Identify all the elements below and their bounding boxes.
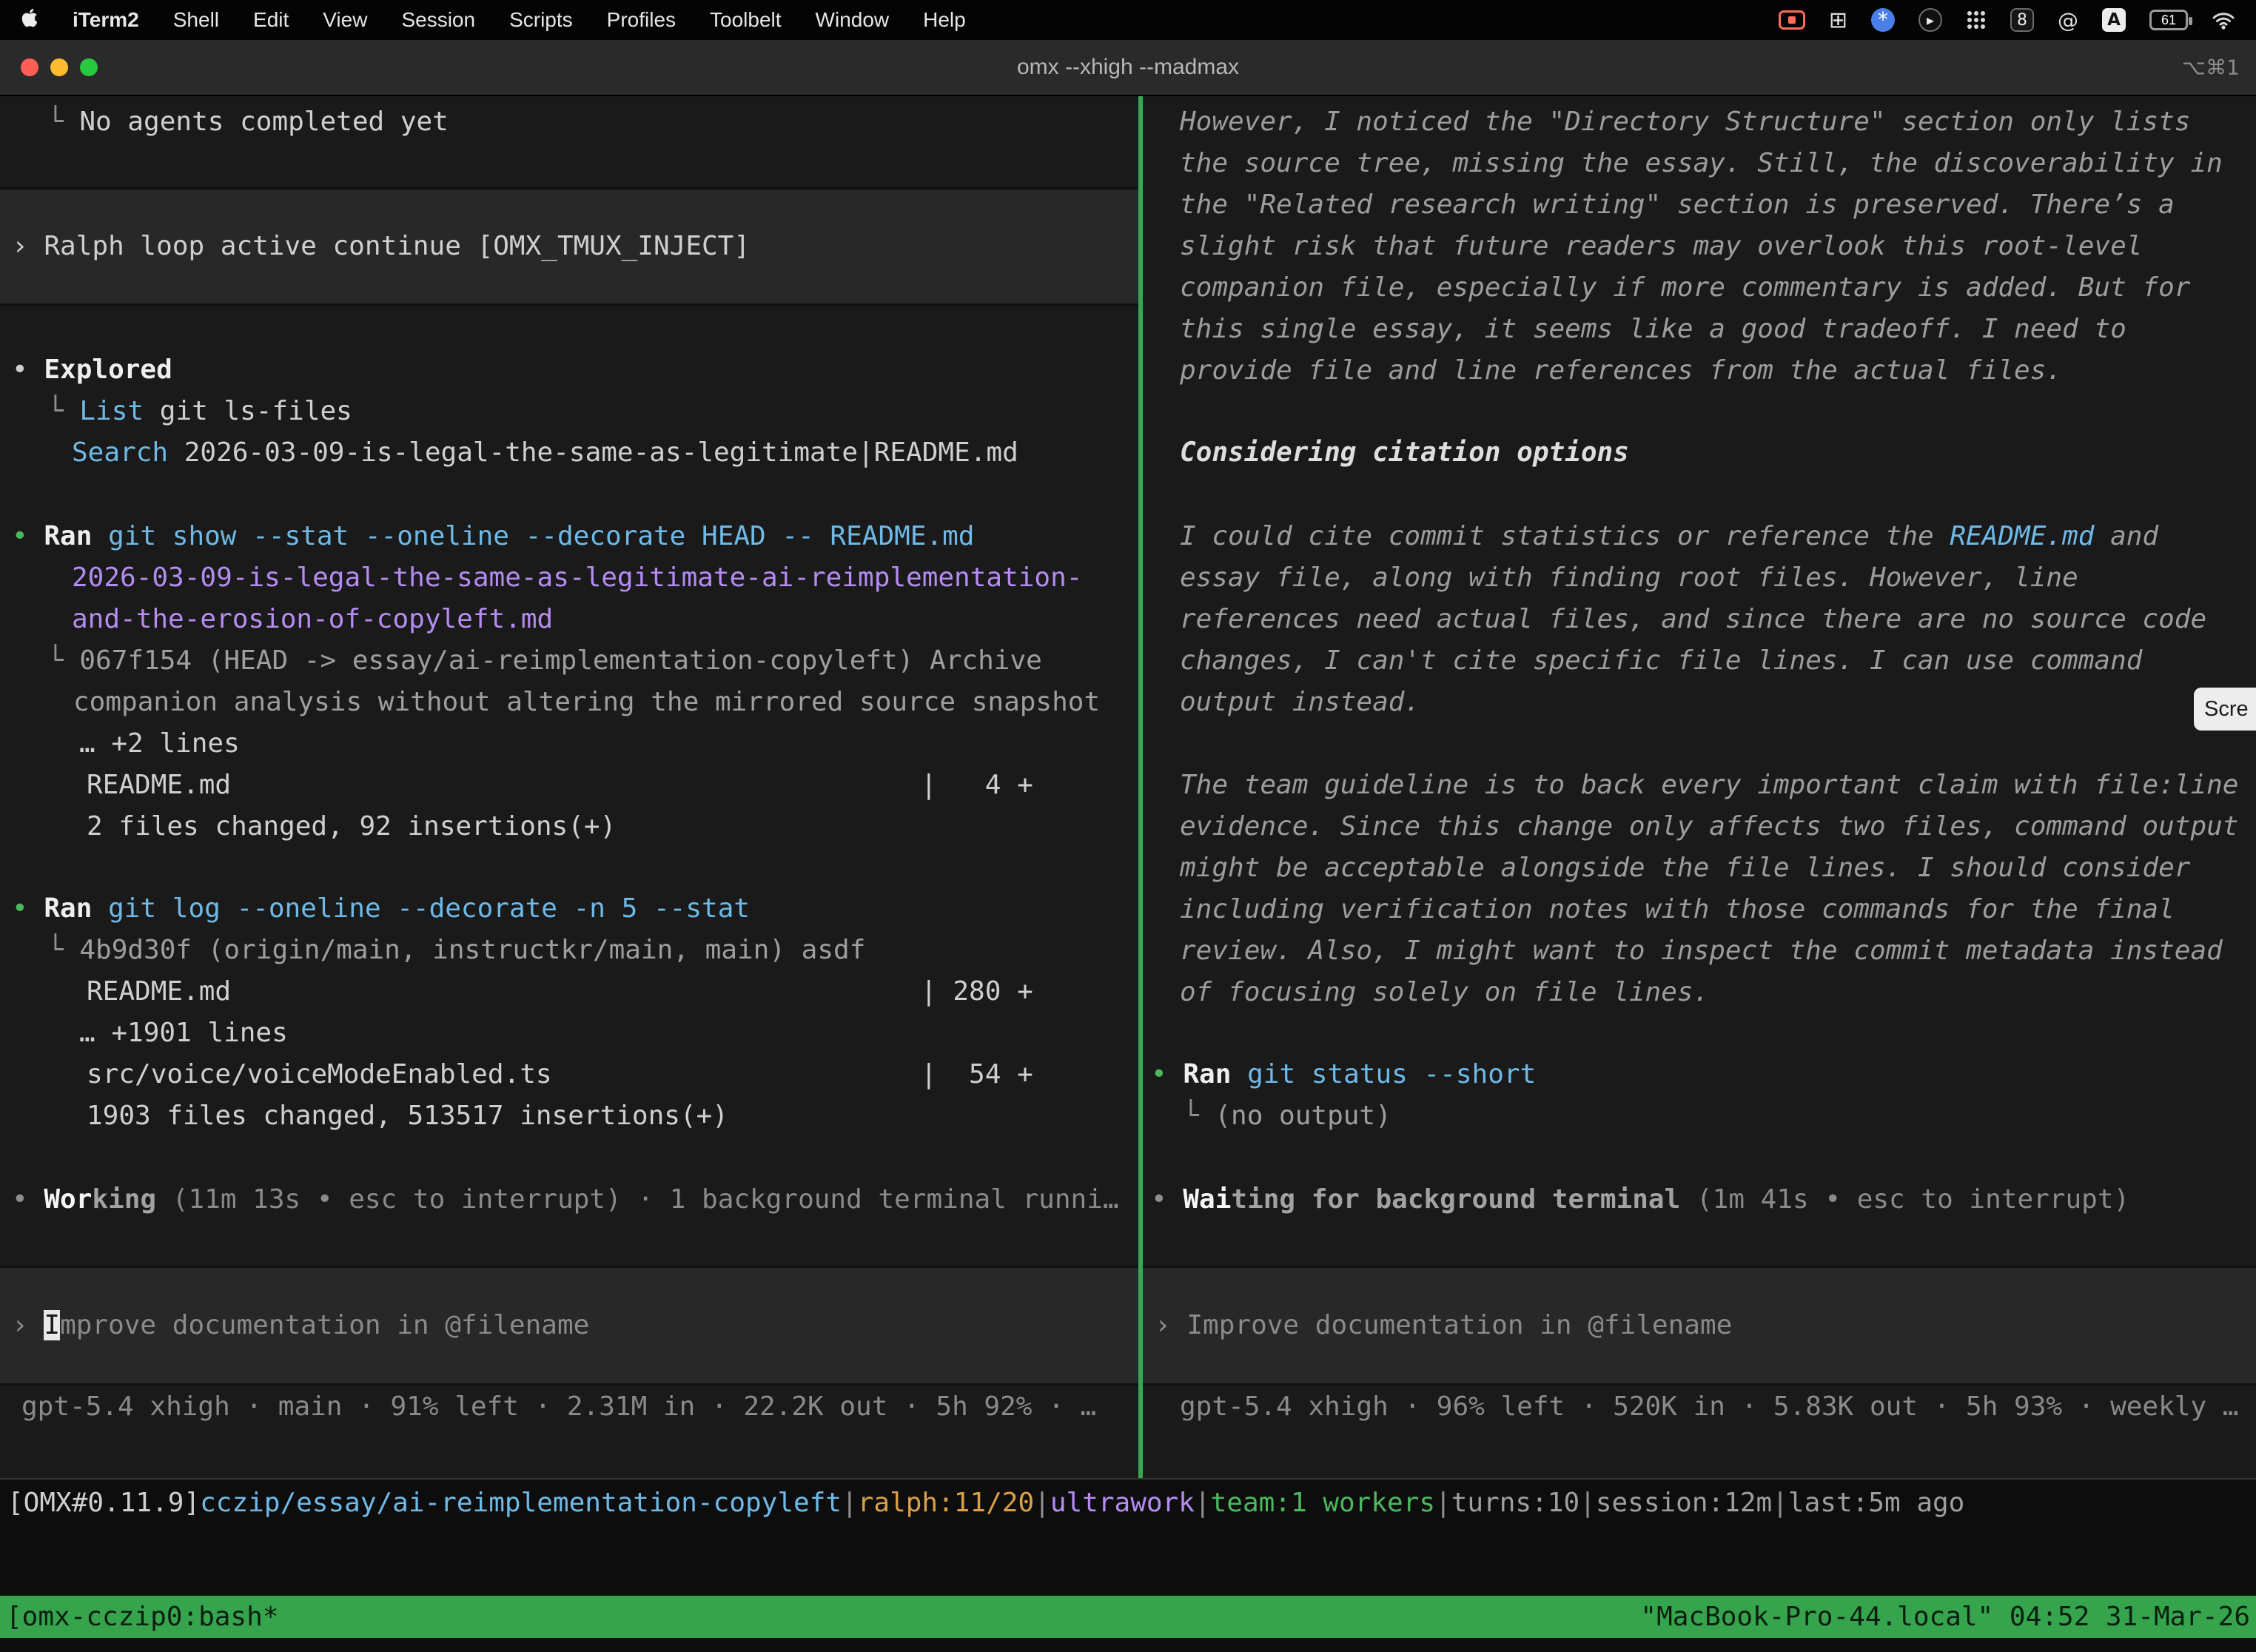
bullet-icon: • <box>1151 1059 1167 1089</box>
ran-git-log-block: • Ran git log --oneline --decorate -n 5 … <box>0 888 1138 1137</box>
left-pane: └ No agents completed yet › Ralph loop a… <box>0 96 1138 1478</box>
text-cursor: I <box>44 1310 60 1340</box>
more-lines-note: … +1901 lines <box>0 1013 1138 1054</box>
screen-recording-icon[interactable] <box>1779 10 1805 30</box>
omx-status-bar: [OMX#0.11.9] cczip/essay/ai-reimplementa… <box>0 1480 2256 1525</box>
omx-turns: turns:10 <box>1451 1488 1579 1518</box>
tree-branch-icon: └ <box>47 645 79 676</box>
prompt-icon: › <box>12 231 28 261</box>
menu-item-view[interactable]: View <box>323 8 367 32</box>
explored-block: • Explored └ List git ls-files Search 20… <box>0 349 1138 474</box>
battery-icon[interactable]: 61 <box>2149 10 2188 30</box>
bullet-icon: • <box>12 355 28 385</box>
omx-branch-path: cczip/essay/ai-reimplementation-copyleft <box>200 1488 842 1518</box>
status-region: [OMX#0.11.9] cczip/essay/ai-reimplementa… <box>0 1478 2256 1652</box>
separator: | <box>1034 1488 1050 1518</box>
tree-branch-icon: └ <box>47 935 79 965</box>
reasoning-heading: Considering citation options <box>1143 432 2256 474</box>
terminal-content: └ No agents completed yet › Ralph loop a… <box>0 96 2256 1652</box>
bullet-icon: • <box>12 893 28 924</box>
ralph-banner-text: Ralph loop active continue [OMX_TMUX_INJ… <box>44 231 750 261</box>
prompt-input[interactable]: › Improve documentation in @filename <box>1143 1266 2256 1386</box>
reasoning-paragraph: I could cite commit statistics or refere… <box>1143 516 2256 723</box>
sparkle-icon[interactable]: * <box>1871 8 1895 32</box>
menu-item-iterm2[interactable]: iTerm2 <box>73 8 139 32</box>
ran-git-show-block: • Ran git show --stat --oneline --decora… <box>0 516 1138 847</box>
screen-tooltip[interactable]: Scre <box>2194 688 2256 731</box>
diff-summary-line: 1903 files changed, 513517 insertions(+) <box>0 1095 1138 1137</box>
ran-git-status-block: • Ran git status --short └ (no output) <box>1143 1054 2256 1137</box>
omx-mode: ultrawork <box>1050 1488 1195 1518</box>
tree-branch-icon: └ <box>47 107 79 137</box>
tree-branch-icon: └ <box>1183 1101 1215 1131</box>
bullet-icon: • <box>12 521 28 551</box>
menu-item-scripts[interactable]: Scripts <box>509 8 573 32</box>
prompt-icon: › <box>12 1310 28 1340</box>
ralph-banner: › Ralph loop active continue [OMX_TMUX_I… <box>0 187 1138 306</box>
menu-item-window[interactable]: Window <box>816 8 890 32</box>
omx-version: [OMX#0.11.9] <box>7 1488 200 1518</box>
eight-key-icon[interactable]: 8 <box>2010 8 2034 32</box>
window-grid-icon[interactable]: ⊞ <box>1829 7 1847 33</box>
macos-menu-bar: iTerm2 Shell Edit View Session Scripts P… <box>0 0 2256 40</box>
tmux-status-bar: [omx-cczip0:bash* "MacBook-Pro-44.local"… <box>0 1596 2256 1638</box>
separator: | <box>1579 1488 1596 1518</box>
swirl-icon[interactable]: @ <box>2058 8 2078 33</box>
bullet-icon: • <box>1151 1184 1167 1215</box>
diff-stat-line: src/voice/voiceModeEnabled.ts | 54 + <box>0 1054 1138 1095</box>
waiting-status-line: • Waiting for background terminal (1m 41… <box>1143 1179 2256 1220</box>
window-title-bar[interactable]: omx --xhigh --madmax ⌥⌘1 <box>0 40 2256 96</box>
diff-stat-line: README.md | 280 + <box>0 971 1138 1013</box>
separator: | <box>1195 1488 1211 1518</box>
separator: | <box>842 1488 858 1518</box>
apple-menu-icon[interactable] <box>21 7 38 33</box>
menu-item-edit[interactable]: Edit <box>253 8 289 32</box>
tmux-host-time: "MacBook-Pro-44.local" 04:52 31-Mar-26 <box>1640 1596 2250 1638</box>
menu-item-shell[interactable]: Shell <box>173 8 219 32</box>
readme-link[interactable]: README.md <box>1950 521 2094 551</box>
essay-filename: 2026-03-09-is-legal-the-same-as-legitima… <box>0 557 1138 599</box>
more-lines-note: … +2 lines <box>0 723 1138 765</box>
working-status-line: • Working (11m 13s • esc to interrupt) ·… <box>0 1179 1138 1220</box>
reasoning-paragraph: The team guideline is to back every impo… <box>1143 765 2256 1013</box>
battery-percent: 61 <box>2161 13 2176 28</box>
input-placeholder: Improve documentation in @filename <box>1186 1310 1732 1340</box>
tmux-session-name: [omx-cczip0:bash* <box>6 1596 278 1638</box>
input-placeholder: mprove documentation in @filename <box>60 1310 589 1340</box>
menu-item-session[interactable]: Session <box>401 8 475 32</box>
prompt-input[interactable]: › Improve documentation in @filename <box>0 1266 1138 1386</box>
menu-item-help[interactable]: Help <box>923 8 966 32</box>
model-status-line: gpt-5.4 xhigh · 96% left · 520K in · 5.8… <box>1143 1386 2256 1428</box>
right-pane: However, I noticed the "Directory Struct… <box>1143 96 2256 1478</box>
diff-summary-line: 2 files changed, 92 insertions(+) <box>0 806 1138 847</box>
omx-team: team:1 workers <box>1211 1488 1435 1518</box>
menu-item-profiles[interactable]: Profiles <box>607 8 676 32</box>
input-source-icon[interactable]: A <box>2102 8 2126 32</box>
omx-session: session:12m <box>1596 1488 1772 1518</box>
diff-stat-line: README.md | 4 + <box>0 765 1138 806</box>
menu-item-toolbelt[interactable]: Toolbelt <box>710 8 782 32</box>
window-title: omx --xhigh --madmax <box>0 55 2256 80</box>
separator: | <box>1772 1488 1788 1518</box>
menu-status-icons: ⊞ * ▸ 8 @ A 61 <box>1779 7 2235 33</box>
omx-ralph-progress: ralph:11/20 <box>858 1488 1034 1518</box>
bullet-icon: • <box>12 1184 28 1215</box>
reasoning-paragraph: However, I noticed the "Directory Struct… <box>1143 101 2256 392</box>
wifi-icon[interactable] <box>2212 10 2235 30</box>
app-grid-icon[interactable] <box>1966 10 1987 30</box>
prompt-icon: › <box>1155 1310 1171 1340</box>
tree-branch-icon: └ <box>47 396 79 426</box>
window-shortcut-badge: ⌥⌘1 <box>2182 56 2240 80</box>
agents-note: └ No agents completed yet <box>0 101 1138 143</box>
play-icon[interactable]: ▸ <box>1918 8 1942 32</box>
model-status-line: gpt-5.4 xhigh · main · 91% left · 2.31M … <box>0 1386 1138 1428</box>
omx-last: last:5m ago <box>1788 1488 1964 1518</box>
separator: | <box>1435 1488 1451 1518</box>
